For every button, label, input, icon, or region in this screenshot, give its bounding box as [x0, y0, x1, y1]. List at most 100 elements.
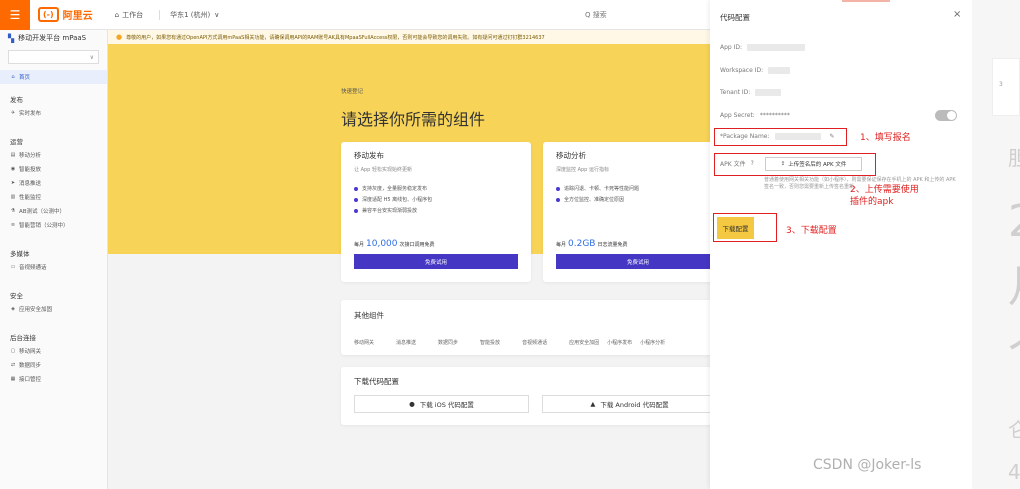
- sidebar-item-push[interactable]: ➤ 消息推送: [0, 176, 107, 190]
- sidebar-group-publish: 发布: [10, 96, 23, 104]
- sidebar-item-ab-test[interactable]: ⚗ AB测试（公测中）: [0, 204, 107, 218]
- workbench-label: 工作台: [122, 10, 144, 19]
- free-trial-button[interactable]: 免费试用: [354, 254, 518, 269]
- sidebar-item-label: 实时发布: [19, 111, 42, 117]
- app-id-field: App ID:: [720, 44, 806, 51]
- location-icon: ◉: [10, 166, 16, 172]
- region-label: 华东1 (杭州): [170, 10, 211, 19]
- free-trial-button[interactable]: 免费试用: [556, 254, 720, 269]
- mpaas-icon: ▚: [8, 33, 15, 43]
- annotation-step3: 3、下载配置: [786, 226, 837, 236]
- api-icon: ▦: [10, 376, 16, 382]
- platform-label: 移动开发平台 mPaaS: [18, 34, 87, 42]
- page-title: 请选择你所需的组件: [341, 110, 486, 129]
- upload-icon: ⇪: [780, 161, 786, 167]
- close-icon[interactable]: ×: [953, 9, 961, 20]
- upload-apk-button[interactable]: ⇪ 上传签名后的 APK 文件: [765, 157, 862, 171]
- send-icon: ➤: [10, 180, 16, 186]
- bullet-icon: [354, 197, 358, 202]
- breadcrumb[interactable]: 快速登记: [341, 87, 363, 95]
- sidebar-item-api-control[interactable]: ▦ 接口管控: [0, 372, 107, 386]
- region-selector[interactable]: 华东1 (杭州) ∨: [159, 9, 219, 20]
- sidebar-item-rtc[interactable]: ▭ 音视频通话: [0, 260, 107, 274]
- component-link[interactable]: 小程序发布: [607, 339, 632, 346]
- quota-number: 0.2GB: [568, 239, 596, 249]
- component-link[interactable]: 小程序分析: [640, 339, 665, 346]
- card-title: 移动分析: [556, 151, 586, 160]
- sidebar-item-label: 性能监控: [19, 195, 42, 201]
- accent-bar: [842, 0, 890, 2]
- search-label: Q 搜索: [585, 11, 607, 19]
- sidebar-item-sync[interactable]: ⇄ 数据同步: [0, 358, 107, 372]
- sidebar-item-delivery[interactable]: ◉ 智能投放: [0, 162, 107, 176]
- app-select[interactable]: ∨: [8, 50, 99, 64]
- workbench-link[interactable]: ⌂ 工作台: [115, 10, 143, 20]
- help-icon[interactable]: ?: [751, 160, 754, 167]
- sidebar-item-home[interactable]: ⌂ 首页: [0, 70, 107, 84]
- sidebar-item-label: 智能投放: [19, 167, 42, 173]
- notice-bar: ● 尊敬的用户，如果您有通过OpenAPI方式调用mPaaS相关功能，请确保调用…: [108, 30, 710, 44]
- secret-visibility-toggle[interactable]: [935, 110, 957, 121]
- list-item: 兼容平台安实现渐弱投放: [354, 205, 518, 216]
- edit-icon[interactable]: ✎: [830, 133, 835, 140]
- annotation-step2: 2、上传需要使用 插件的apk: [850, 185, 919, 207]
- card-subtitle: 让 App 轻松实现始终更新: [354, 167, 412, 173]
- video-icon: ▭: [10, 264, 16, 270]
- warning-icon: ●: [116, 33, 123, 41]
- feature-list: 支持灰度，全量服务稳定发布 深度适配 H5 离线包、小程序包 兼容平台安实现渐弱…: [354, 183, 518, 216]
- sidebar-item-label: 接口管控: [19, 377, 42, 383]
- sidebar-item-gateway[interactable]: ▢ 移动网关: [0, 344, 107, 358]
- home-icon: ⌂: [11, 74, 15, 80]
- download-ios-button[interactable]: ● 下载 iOS 代码配置: [354, 395, 529, 413]
- card-subtitle: 深度监控 App 运行指标: [556, 167, 609, 173]
- section-title: 下载代码配置: [354, 377, 399, 386]
- background-glyph: 2: [1008, 200, 1020, 244]
- section-title: 其他组件: [354, 311, 384, 320]
- sidebar-item-marketing[interactable]: ≋ 智能营销（公测中）: [0, 218, 107, 232]
- download-android-button[interactable]: ▲ 下载 Android 代码配置: [542, 395, 717, 413]
- component-link[interactable]: 智能投放: [480, 339, 500, 346]
- download-config-card: 下载代码配置 ● 下载 iOS 代码配置 ▲ 下载 Android 代码配置: [341, 367, 733, 425]
- component-link[interactable]: 消息推送: [396, 339, 416, 346]
- component-link[interactable]: 移动网关: [354, 339, 374, 346]
- redacted-value: [768, 67, 791, 74]
- background-glyph: 仑: [1008, 418, 1020, 442]
- component-link[interactable]: 音视频通话: [522, 339, 547, 346]
- drawer-title: 代码配置: [720, 13, 750, 22]
- component-link[interactable]: 应用安全加固: [569, 339, 599, 346]
- sidebar-item-label: 消息推送: [19, 181, 42, 187]
- background-panel: 3: [992, 58, 1020, 116]
- component-link[interactable]: 数据同步: [438, 339, 458, 346]
- main-content: 快速登记 请选择你所需的组件 移动发布 让 App 轻松实现始终更新 支持灰度，…: [108, 44, 733, 489]
- background-page: 3 胆 2 月 个 仑 4: [972, 0, 1020, 489]
- sync-icon: ⇄: [10, 362, 16, 368]
- home-icon: ⌂: [114, 10, 120, 19]
- quota-text: 每月 0.2GB 日志流量免费: [556, 239, 628, 249]
- sidebar-item-label: 数据同步: [19, 363, 42, 369]
- package-name-field[interactable]: *Package Name: ✎: [720, 133, 835, 140]
- sidebar-item-monitor[interactable]: ▥ 性能监控: [0, 190, 107, 204]
- logo-mark: (-): [38, 7, 59, 22]
- menu-icon[interactable]: ☰: [0, 0, 30, 30]
- quota-text: 每月 10,000 次接口调用免费: [354, 239, 435, 249]
- quota-number: 10,000: [366, 239, 398, 249]
- sidebar-item-label: 首页: [19, 75, 31, 81]
- sidebar-item-hardening[interactable]: ◈ 应用安全加固: [0, 302, 107, 316]
- background-glyph: 胆: [1008, 146, 1020, 170]
- component-card-analytics: 移动分析 深度监控 App 运行指标 追踪闪退、卡顿、卡死等性能问题 全方位监控…: [543, 142, 733, 282]
- search-input[interactable]: Q 搜索: [585, 10, 607, 20]
- list-item: 追踪闪退、卡顿、卡死等性能问题: [556, 183, 720, 194]
- sidebar-item-analytics[interactable]: ▤ 移动分析: [0, 148, 107, 162]
- platform-title: ▚ 移动开发平台 mPaaS: [0, 30, 107, 46]
- bullet-icon: [354, 186, 358, 191]
- bullet-icon: [556, 197, 560, 202]
- sidebar-item-label: 应用安全加固: [19, 307, 53, 313]
- code-config-drawer: 代码配置 × App ID: Workspace ID: Tenant ID: …: [710, 0, 972, 489]
- bullet-icon: [556, 186, 560, 191]
- sidebar-item-label: 智能营销（公测中）: [19, 223, 69, 229]
- sidebar-item-realtime-publish[interactable]: ✈ 实时发布: [0, 106, 107, 120]
- aliyun-logo[interactable]: (-) 阿里云: [38, 7, 93, 22]
- publish-icon: ✈: [10, 110, 16, 116]
- monitor-icon: ▥: [10, 194, 16, 200]
- download-config-button[interactable]: 下载配置: [717, 217, 754, 239]
